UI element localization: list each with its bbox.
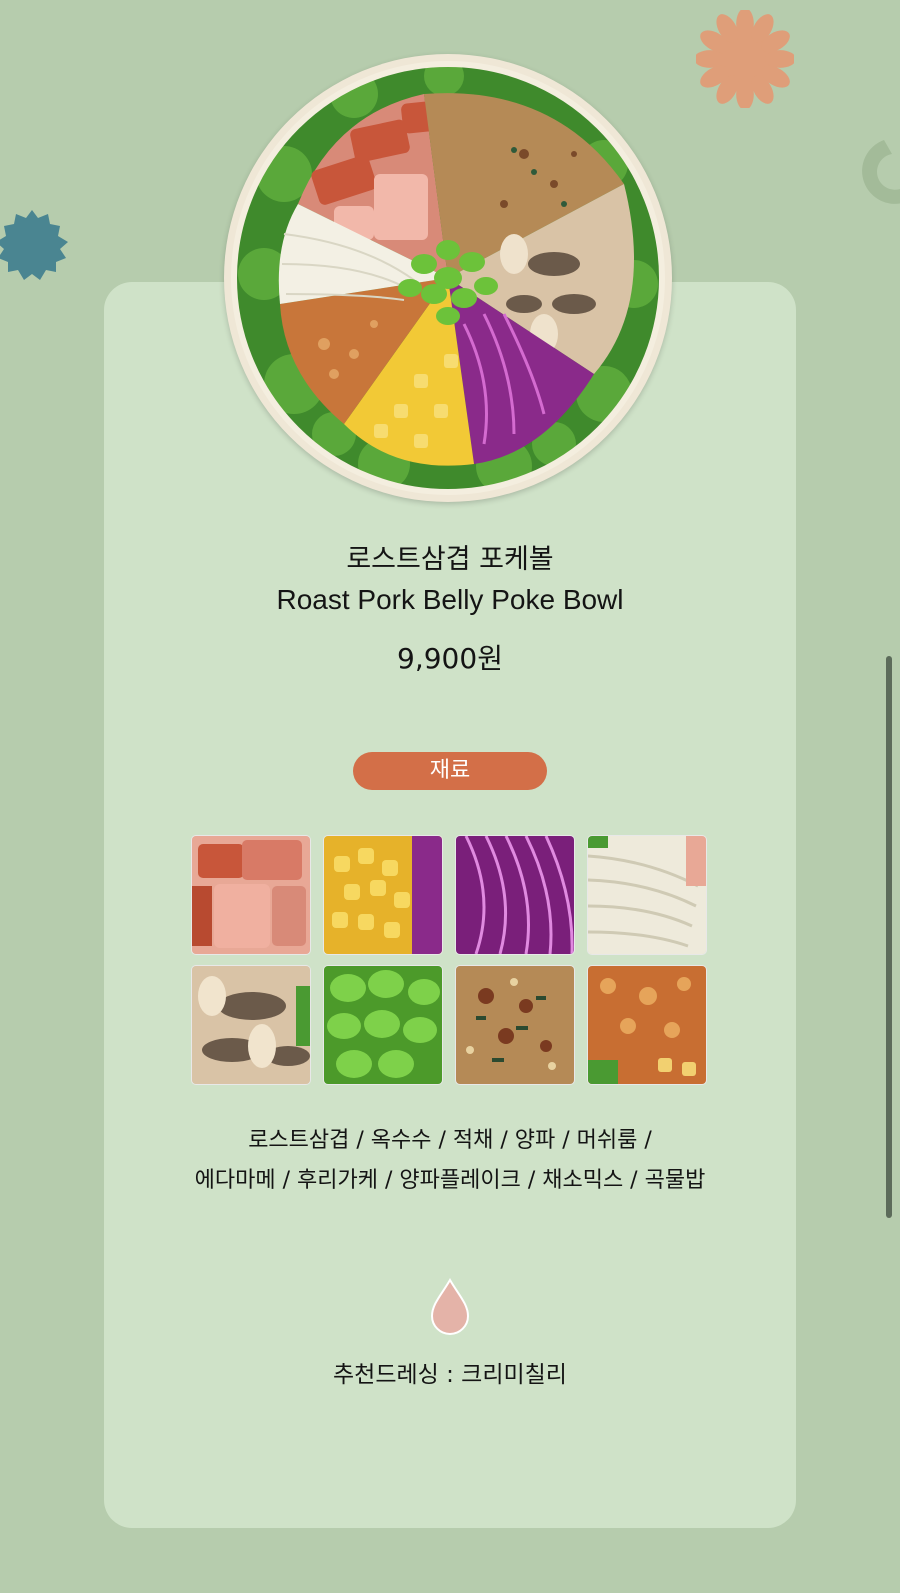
thumb-mushroom: [192, 966, 310, 1084]
product-name-english: Roast Pork Belly Poke Bowl: [276, 584, 624, 615]
crescent-decoration: [862, 140, 900, 204]
teal-badge-decoration: [0, 210, 68, 280]
thumb-furikake: [456, 966, 574, 1084]
orange-flower-decoration: [696, 10, 794, 108]
product-price: 9,900원: [397, 642, 503, 675]
thumb-onion: [588, 836, 706, 954]
recommended-dressing: 추천드레싱 : 크리미칠리: [333, 1362, 567, 1388]
thumb-roast-pork-belly: [192, 836, 310, 954]
thumb-fried-onion-flakes: [588, 966, 706, 1084]
ingredient-thumbnails: [192, 836, 708, 1084]
thumb-red-cabbage: [456, 836, 574, 954]
dressing-drop-icon: [430, 1278, 470, 1335]
ingredients-label-pill: 재료: [353, 752, 547, 790]
product-name-korean: 로스트삼겹 포케볼: [346, 544, 554, 575]
ingredients-list-line-1: 로스트삼겹 / 옥수수 / 적채 / 양파 / 머쉬룸 /: [248, 1128, 652, 1153]
ingredients-list-line-2: 에다마메 / 후리가케 / 양파플레이크 / 채소믹스 / 곡물밥: [194, 1168, 706, 1193]
thumb-edamame: [324, 966, 442, 1084]
scrollbar[interactable]: [886, 656, 892, 1218]
thumb-corn: [324, 836, 442, 954]
poke-bowl-image: [224, 54, 672, 502]
